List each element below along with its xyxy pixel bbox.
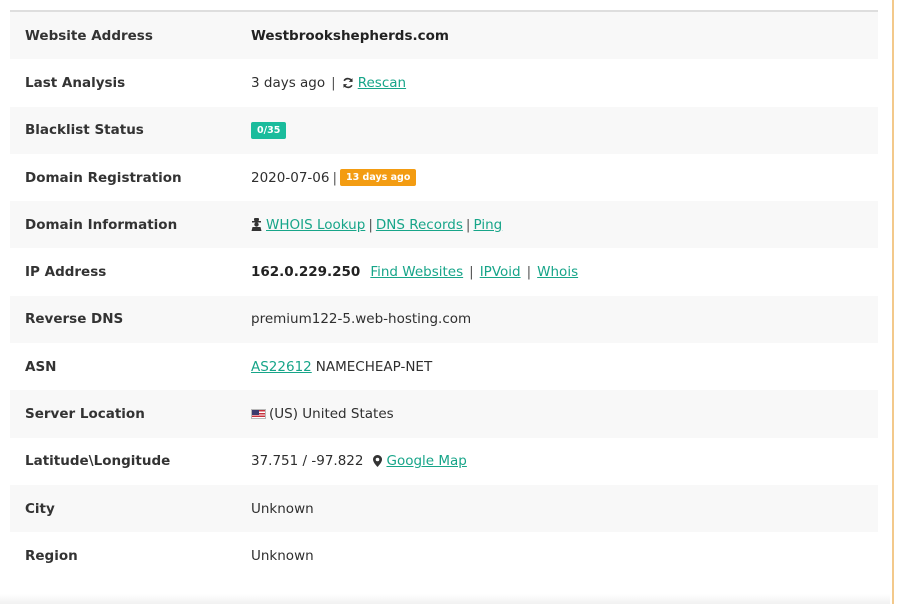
- separator: |: [332, 169, 338, 186]
- website-address-value: Westbrookshepherds.com: [251, 27, 449, 44]
- table-row-website-address: Website Address Westbrookshepherds.com: [10, 12, 878, 60]
- blacklist-badge: 0/35: [251, 121, 287, 139]
- separator: |: [368, 216, 373, 233]
- row-label: Latitude\Longitude: [25, 453, 171, 470]
- reverse-dns-value: premium122-5.web-hosting.com: [251, 311, 472, 328]
- table-row-blacklist-status: Blacklist Status 0/35: [10, 106, 878, 154]
- separator: |: [331, 74, 336, 91]
- ping-link[interactable]: Ping: [473, 217, 502, 233]
- table-row-domain-information: Domain Information WHOIS Lookup | DNS Re…: [10, 201, 878, 249]
- separator: |: [469, 264, 474, 281]
- separator: |: [465, 216, 471, 233]
- row-label: Domain Information: [25, 216, 178, 233]
- table-row-last-analysis: Last Analysis 3 days ago | Rescan: [10, 59, 878, 107]
- region-value: Unknown: [251, 547, 314, 564]
- whois-lookup-link[interactable]: WHOIS Lookup: [266, 217, 365, 233]
- whois-link[interactable]: Whois: [537, 264, 578, 280]
- row-label: Website Address: [25, 27, 153, 44]
- user-secret-icon: [251, 218, 262, 232]
- dns-records-link[interactable]: DNS Records: [376, 217, 463, 233]
- asn-link[interactable]: AS22612: [251, 359, 312, 375]
- map-marker-icon: [373, 455, 383, 468]
- refresh-icon[interactable]: [342, 77, 354, 89]
- table-row-lat-long: Latitude\Longitude 37.751 / -97.822 Goog…: [10, 437, 878, 485]
- bottom-fade: [0, 594, 890, 604]
- us-flag-icon: [251, 409, 266, 420]
- table-row-asn: ASN AS22612 NAMECHEAP-NET: [10, 343, 878, 391]
- row-label: Domain Registration: [25, 169, 182, 186]
- table-row-region: Region Unknown: [10, 532, 878, 580]
- row-label: Blacklist Status: [25, 122, 144, 139]
- row-label: City: [25, 500, 55, 517]
- city-value: Unknown: [251, 500, 314, 517]
- row-label: IP Address: [25, 264, 107, 281]
- rescan-link[interactable]: Rescan: [358, 75, 406, 91]
- domain-age-badge: 13 days ago: [340, 169, 417, 187]
- right-border: [892, 0, 894, 604]
- ip-address-value: 162.0.229.250: [251, 264, 361, 281]
- ipvoid-link[interactable]: IPVoid: [480, 264, 521, 280]
- site-info-table: Website Address Westbrookshepherds.com L…: [10, 10, 878, 580]
- server-location-value: (US) United States: [269, 406, 394, 423]
- asn-name: NAMECHEAP-NET: [315, 358, 433, 375]
- table-row-domain-registration: Domain Registration 2020-07-06 | 13 days…: [10, 153, 878, 202]
- table-row-ip-address: IP Address 162.0.229.250 Find Websites |…: [10, 248, 878, 296]
- registration-date: 2020-07-06: [251, 169, 330, 186]
- find-websites-link[interactable]: Find Websites: [370, 264, 463, 280]
- row-label: Region: [25, 547, 78, 564]
- table-row-server-location: Server Location (US) United States: [10, 390, 878, 438]
- table-row-reverse-dns: Reverse DNS premium122-5.web-hosting.com: [10, 295, 878, 344]
- row-label: Server Location: [25, 406, 145, 423]
- row-label: Reverse DNS: [25, 311, 124, 328]
- lat-long-value: 37.751 / -97.822: [251, 453, 364, 470]
- row-label: ASN: [25, 358, 57, 375]
- last-analysis-value: 3 days ago: [251, 74, 326, 91]
- row-label: Last Analysis: [25, 74, 126, 91]
- table-row-city: City Unknown: [10, 484, 878, 533]
- report-frame: Website Address Westbrookshepherds.com L…: [0, 0, 900, 604]
- separator: |: [526, 264, 532, 281]
- google-map-link[interactable]: Google Map: [386, 453, 466, 469]
